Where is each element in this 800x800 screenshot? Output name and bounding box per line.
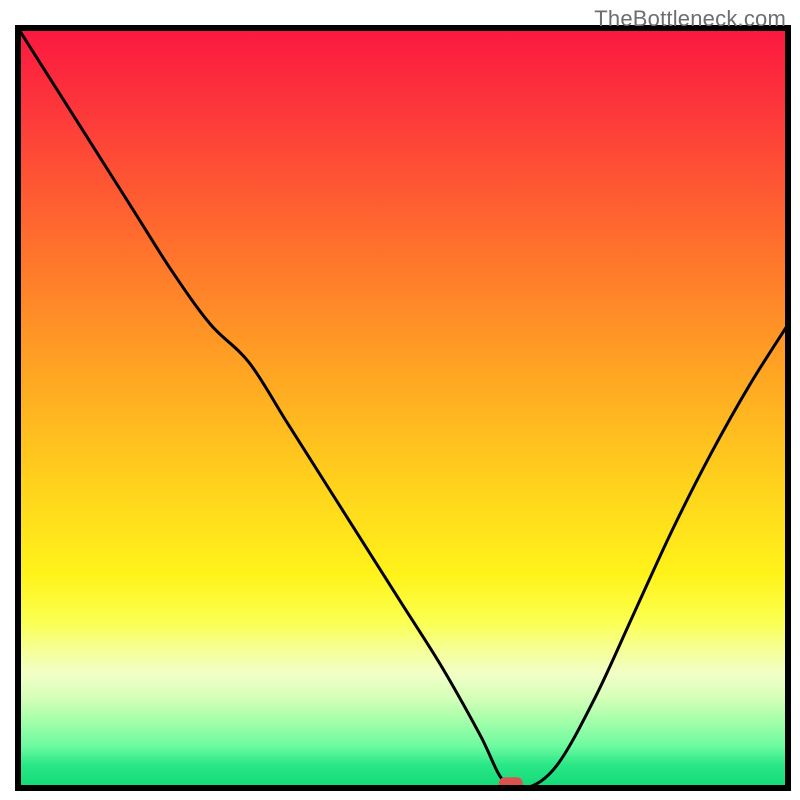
- gradient-background: [18, 28, 788, 788]
- chart-svg: [0, 0, 800, 800]
- bottleneck-chart: TheBottleneck.com: [0, 0, 800, 800]
- watermark-text: TheBottleneck.com: [594, 6, 786, 32]
